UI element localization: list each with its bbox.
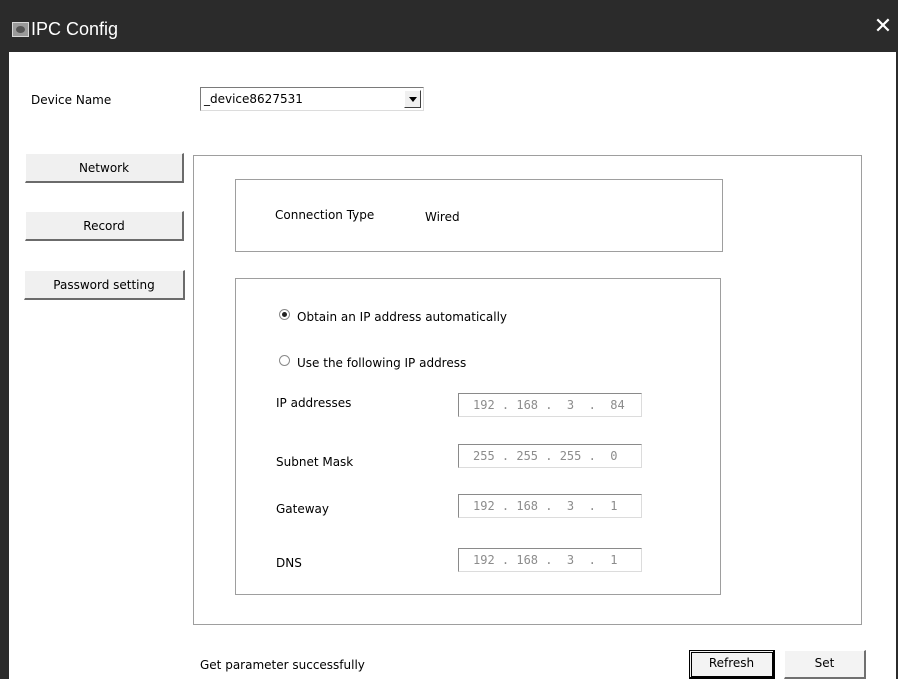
connection-type-label: Connection Type (275, 208, 375, 222)
subnet-mask-label: Subnet Mask (276, 455, 354, 469)
ip-address-label: IP addresses (276, 396, 352, 410)
device-name-value: _device8627531 (204, 92, 303, 106)
radio-obtain-ip-auto[interactable] (279, 309, 290, 320)
subnet-mask-field[interactable]: 255 . 255 . 255 . 0 (458, 444, 642, 468)
refresh-button[interactable]: Refresh (689, 650, 775, 679)
connection-type-value: Wired (425, 210, 460, 224)
gateway-label: Gateway (276, 502, 330, 516)
dns-label: DNS (276, 556, 302, 570)
gateway-field[interactable]: 192 . 168 . 3 . 1 (458, 494, 642, 518)
obtain-ip-auto-label[interactable]: Obtain an IP address automatically (297, 310, 507, 324)
set-button[interactable]: Set (784, 650, 866, 679)
use-static-ip-label[interactable]: Use the following IP address (297, 356, 466, 370)
window-left-border (0, 52, 9, 679)
sidebar-item-record[interactable]: Record (25, 211, 184, 241)
close-icon[interactable]: ✕ (868, 10, 898, 44)
dns-field[interactable]: 192 . 168 . 3 . 1 (458, 548, 642, 572)
device-name-select[interactable]: _device8627531 (200, 87, 424, 111)
sidebar-item-password-setting[interactable]: Password setting (24, 270, 185, 300)
title-bar[interactable]: IPC Config ✕ (0, 0, 898, 52)
status-message: Get parameter successfully (200, 658, 365, 672)
ip-address-field[interactable]: 192 . 168 . 3 . 84 (458, 393, 642, 417)
radio-use-static-ip[interactable] (279, 355, 290, 366)
chevron-down-icon[interactable] (404, 90, 421, 108)
sidebar-item-network[interactable]: Network (25, 153, 184, 183)
window-title: IPC Config (31, 19, 119, 39)
device-name-label: Device Name (31, 93, 112, 107)
ipc-config-window: IPC Config ✕ Device Name _device8627531 … (0, 0, 898, 679)
camera-app-icon (12, 22, 29, 37)
